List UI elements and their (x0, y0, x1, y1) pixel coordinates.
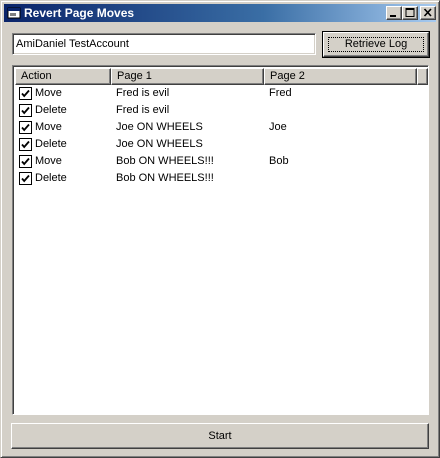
checkmark-icon (19, 138, 32, 151)
log-list-view[interactable]: Action Page 1 Page 2 Move Fred is evil F… (12, 65, 429, 415)
column-header-filler (417, 68, 428, 85)
window-title: Revert Page Moves (24, 6, 135, 20)
list-item[interactable]: Move Fred is evil Fred (15, 85, 426, 102)
row-checkbox[interactable] (19, 155, 32, 168)
cell-page-1: Bob ON WHEELS!!! (116, 155, 214, 167)
close-button[interactable] (420, 6, 436, 20)
app-window: Revert Page Moves AmiDaniel TestAccount … (0, 0, 440, 458)
list-rows: Move Fred is evil Fred Delete Fred is ev… (15, 85, 426, 187)
cell-page-1: Bob ON WHEELS!!! (116, 172, 214, 184)
checkmark-icon (19, 172, 32, 185)
list-header: Action Page 1 Page 2 (15, 68, 428, 85)
row-checkbox[interactable] (19, 172, 32, 185)
close-icon (423, 8, 432, 17)
cell-page-1: Fred is evil (116, 87, 170, 99)
cell-page-2: Bob (269, 155, 289, 167)
retrieve-log-label: Retrieve Log (344, 38, 408, 50)
row-checkbox[interactable] (19, 104, 32, 117)
list-item[interactable]: Delete Bob ON WHEELS!!! (15, 170, 426, 187)
checkmark-icon (19, 121, 32, 134)
cell-action: Move (35, 121, 62, 133)
username-input[interactable]: AmiDaniel TestAccount (12, 33, 316, 55)
cell-action: Delete (35, 104, 67, 116)
start-button[interactable]: Start (11, 423, 429, 449)
retrieve-log-button[interactable]: Retrieve Log (322, 31, 430, 58)
minimize-icon (390, 15, 396, 17)
maximize-button[interactable] (402, 6, 418, 20)
cell-action: Delete (35, 138, 67, 150)
column-header-action[interactable]: Action (15, 68, 111, 85)
list-item[interactable]: Move Bob ON WHEELS!!! Bob (15, 153, 426, 170)
column-header-page-2[interactable]: Page 2 (264, 68, 417, 85)
title-bar[interactable]: Revert Page Moves (4, 4, 436, 22)
minimize-button[interactable] (386, 6, 402, 20)
cell-page-1: Fred is evil (116, 104, 170, 116)
checkmark-icon (19, 155, 32, 168)
cell-action: Move (35, 155, 62, 167)
cell-action: Move (35, 87, 62, 99)
username-input-value: AmiDaniel TestAccount (16, 38, 129, 50)
cell-page-1: Joe ON WHEELS (116, 138, 203, 150)
cell-page-2: Fred (269, 87, 292, 99)
maximize-icon (405, 8, 415, 17)
row-checkbox[interactable] (19, 87, 32, 100)
start-button-label: Start (208, 430, 232, 442)
list-item[interactable]: Delete Joe ON WHEELS (15, 136, 426, 153)
checkmark-icon (19, 104, 32, 117)
cell-page-1: Joe ON WHEELS (116, 121, 203, 133)
cell-action: Delete (35, 172, 67, 184)
row-checkbox[interactable] (19, 138, 32, 151)
cell-page-2: Joe (269, 121, 287, 133)
list-item[interactable]: Delete Fred is evil (15, 102, 426, 119)
column-header-page-1[interactable]: Page 1 (111, 68, 264, 85)
checkmark-icon (19, 87, 32, 100)
app-window-icon[interactable] (7, 6, 21, 20)
list-item[interactable]: Move Joe ON WHEELS Joe (15, 119, 426, 136)
row-checkbox[interactable] (19, 121, 32, 134)
